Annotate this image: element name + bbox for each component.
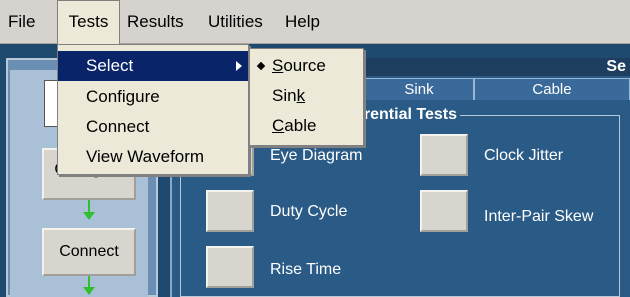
submenu-item-sink[interactable]: Sink bbox=[250, 81, 363, 111]
mnemonic: k bbox=[296, 86, 306, 105]
menu-item-select[interactable]: Select bbox=[58, 51, 248, 81]
menu-bar: File Tests Results Utilities Help bbox=[0, 0, 630, 44]
rise-time-button[interactable] bbox=[206, 246, 254, 288]
mnemonic: C bbox=[272, 116, 285, 135]
connect-flow-button[interactable]: Connect bbox=[42, 228, 136, 276]
connect-flow-label: Connect bbox=[59, 243, 119, 260]
tests-menu-dropdown: Select Configure Connect View Waveform bbox=[57, 44, 249, 175]
menu-tests[interactable]: Tests bbox=[57, 0, 120, 44]
submenu-item-source[interactable]: Source bbox=[250, 51, 363, 81]
label-rest: able bbox=[284, 116, 317, 135]
menu-results[interactable]: Results bbox=[127, 0, 184, 43]
label-start: Sin bbox=[272, 86, 297, 105]
group-title: erential Tests bbox=[352, 106, 460, 124]
menu-utilities[interactable]: Utilities bbox=[208, 0, 263, 43]
menu-help[interactable]: Help bbox=[285, 0, 320, 43]
clock-jitter-label: Clock Jitter bbox=[484, 147, 564, 164]
duty-cycle-button[interactable] bbox=[206, 190, 254, 232]
clock-jitter-button[interactable] bbox=[420, 134, 468, 176]
mnemonic: S bbox=[272, 56, 284, 75]
duty-cycle-label: Duty Cycle bbox=[270, 203, 348, 220]
flow-arrow-down-icon bbox=[83, 212, 95, 220]
eye-diagram-label: Eye Diagram bbox=[270, 147, 363, 164]
menu-item-connect[interactable]: Connect bbox=[58, 112, 248, 142]
submenu-arrow-icon bbox=[236, 61, 242, 71]
tab-cable[interactable]: Cable bbox=[474, 78, 630, 100]
flow-arrow-line bbox=[88, 200, 90, 212]
panel-title: Se bbox=[606, 58, 626, 75]
menu-item-configure[interactable]: Configure bbox=[58, 82, 248, 112]
menu-file[interactable]: File bbox=[8, 0, 35, 43]
select-submenu: Source Sink Cable bbox=[249, 48, 364, 146]
submenu-item-cable[interactable]: Cable bbox=[250, 111, 363, 141]
menu-item-view-waveform[interactable]: View Waveform bbox=[58, 142, 248, 172]
label-rest: ource bbox=[283, 56, 326, 75]
selected-bullet-icon bbox=[256, 61, 266, 71]
rise-time-label: Rise Time bbox=[270, 261, 342, 278]
inter-pair-skew-button[interactable] bbox=[420, 190, 468, 232]
flow-arrow-down-icon bbox=[83, 287, 95, 295]
tab-sink[interactable]: Sink bbox=[364, 78, 474, 100]
inter-pair-skew-label: Inter-Pair Skew bbox=[484, 208, 594, 225]
menu-item-select-label: Select bbox=[86, 56, 134, 75]
